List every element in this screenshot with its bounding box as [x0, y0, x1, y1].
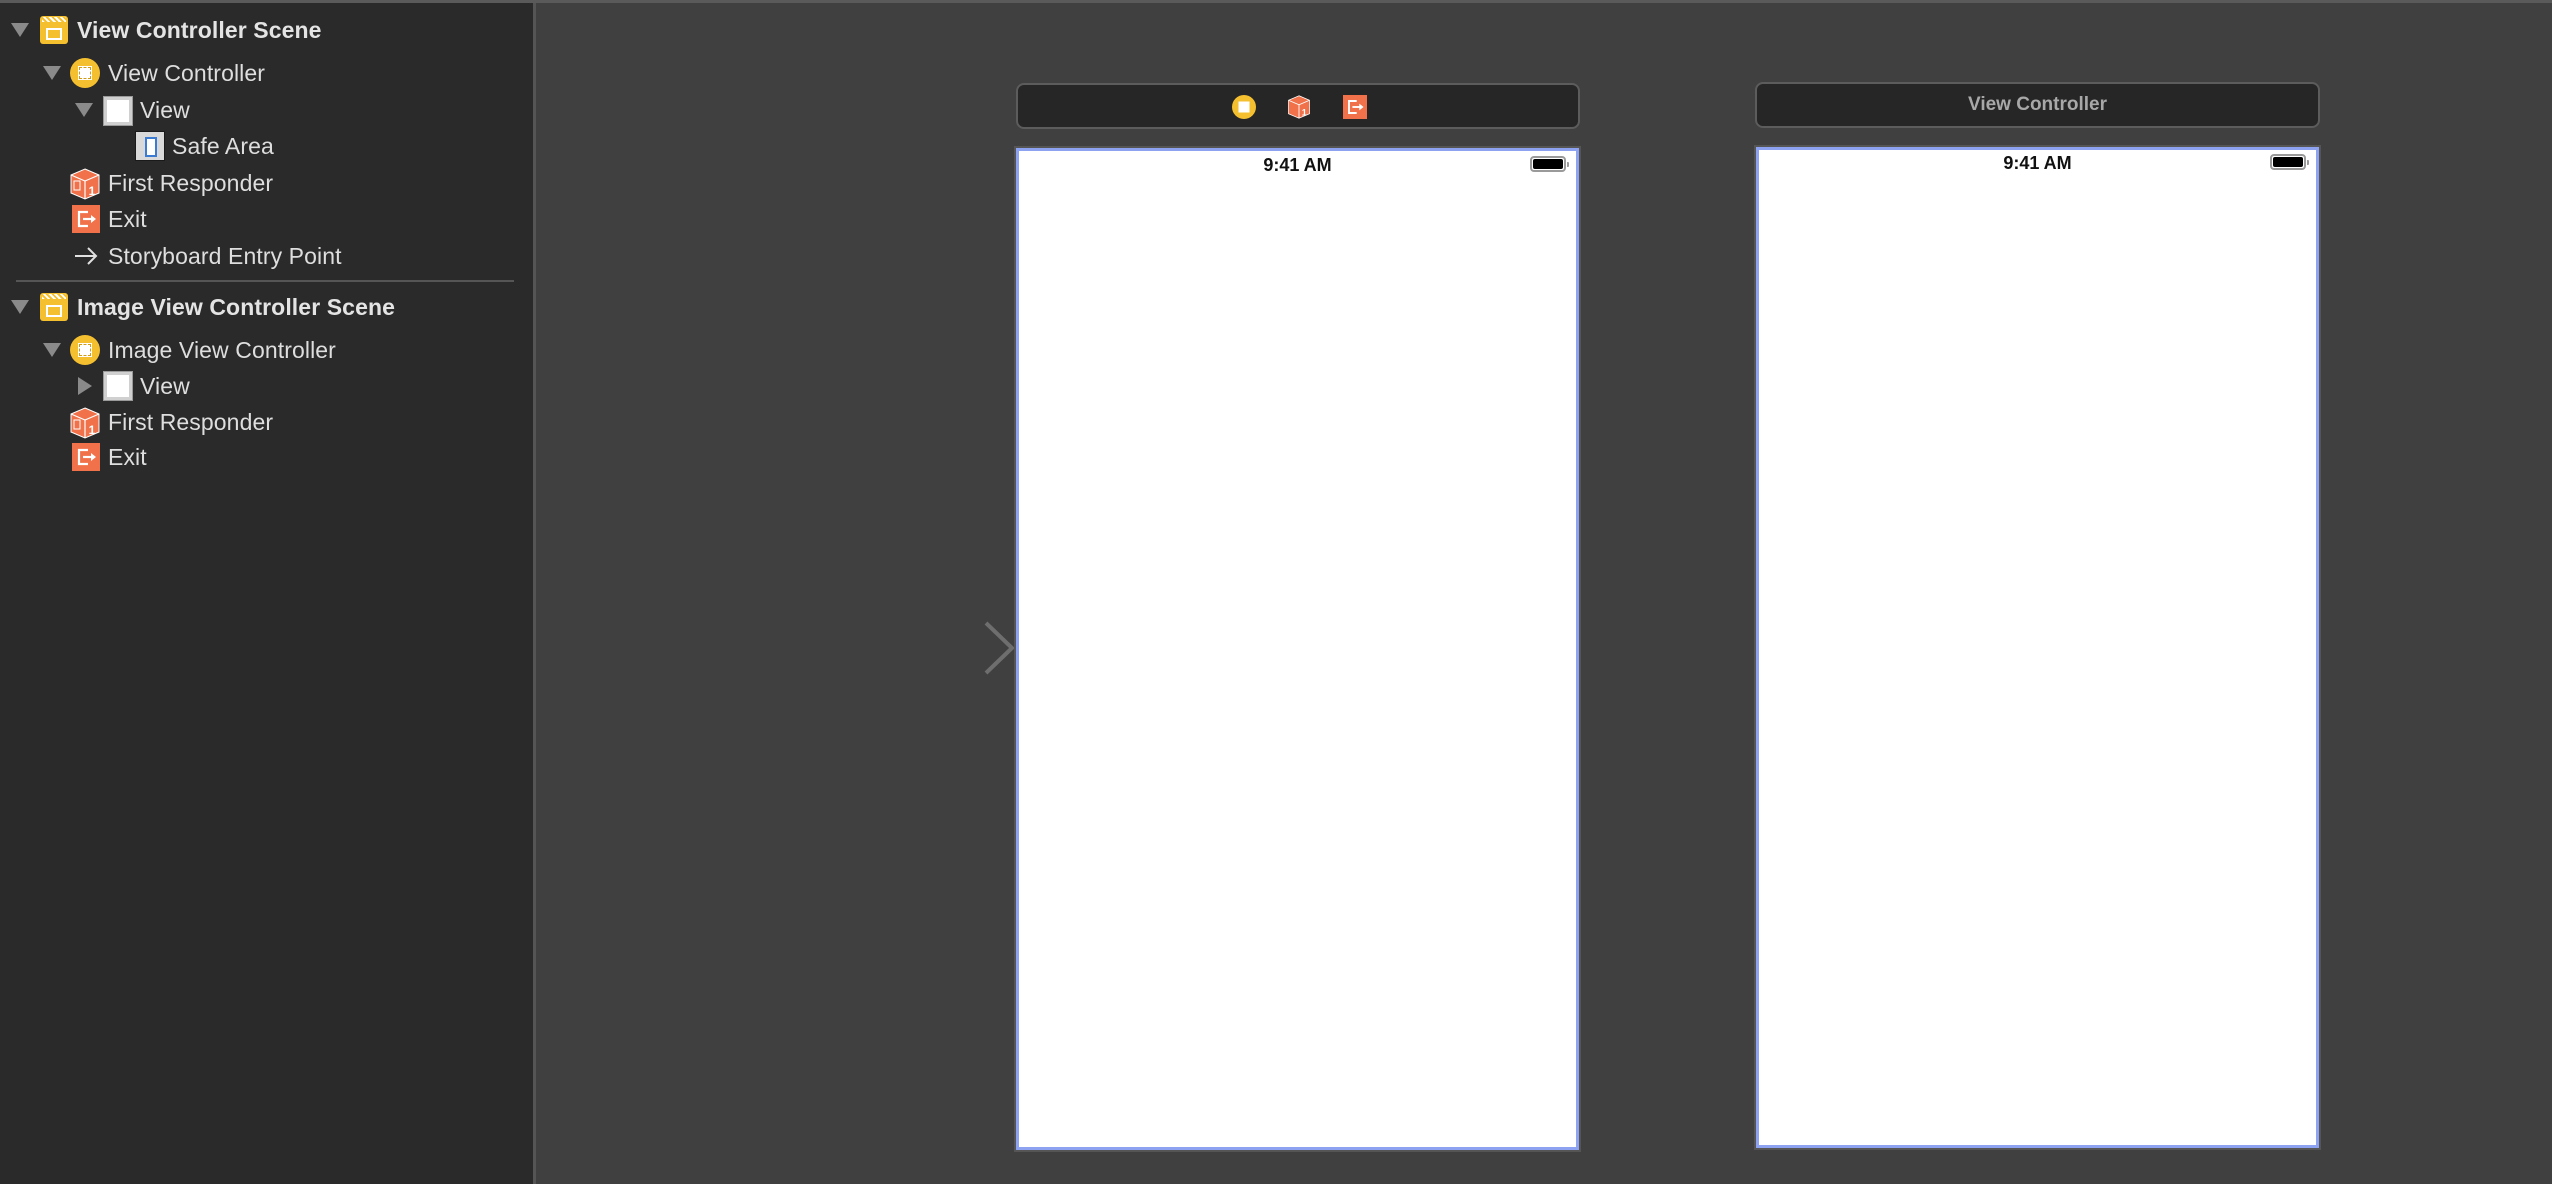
scene-dock-image-view-controller[interactable]: View Controller — [1755, 82, 2320, 128]
view-controller-icon — [70, 335, 100, 365]
outline-item-first-responder[interactable]: 1 First Responder — [0, 166, 520, 200]
outline-item-view-controller[interactable]: View Controller — [0, 56, 520, 90]
svg-text:1: 1 — [89, 184, 96, 198]
view-icon — [103, 371, 133, 401]
phone-canvas-view-controller[interactable]: 9:41 AM — [1014, 146, 1581, 1152]
entry-point-arrow-icon — [72, 242, 100, 270]
outline-item-image-view-controller[interactable]: Image View Controller — [0, 333, 520, 367]
outline-item-safe-area[interactable]: Safe Area — [0, 129, 520, 163]
svg-text:1: 1 — [89, 423, 96, 437]
outline-item-view[interactable]: View — [0, 93, 520, 127]
status-bar-time: 9:41 AM — [2003, 153, 2072, 173]
item-label: View — [140, 372, 190, 399]
safe-area-icon — [135, 131, 165, 161]
view-controller-icon — [70, 58, 100, 88]
disclosure-open-icon[interactable] — [43, 343, 61, 357]
exit-icon — [72, 205, 100, 233]
scene-separator — [16, 280, 514, 282]
outline-scene-view-controller[interactable]: View Controller Scene — [0, 13, 520, 47]
phone-canvas-image-view-controller[interactable]: 9:41 AM — [1754, 145, 2321, 1150]
first-responder-icon: 1 — [70, 168, 100, 200]
storyboard-entry-point-arrow[interactable] — [866, 620, 1016, 676]
disclosure-closed-icon[interactable] — [78, 377, 92, 395]
exit-icon[interactable] — [1343, 95, 1367, 119]
scene-dock-view-controller[interactable]: 1 — [1016, 83, 1580, 129]
scene-title: View Controller Scene — [77, 16, 322, 43]
first-responder-icon: 1 — [70, 407, 100, 439]
svg-text:1: 1 — [1302, 107, 1307, 117]
scene-title: Image View Controller Scene — [77, 293, 395, 320]
scene-icon — [40, 293, 68, 321]
item-label: Exit — [108, 205, 147, 232]
item-label: View Controller — [108, 59, 266, 86]
item-label: Image View Controller — [108, 336, 336, 363]
exit-icon — [72, 443, 100, 471]
disclosure-open-icon[interactable] — [75, 103, 93, 117]
outline-item-exit[interactable]: Exit — [0, 440, 520, 474]
view-icon — [103, 96, 133, 126]
item-label: View — [140, 96, 190, 123]
first-responder-icon[interactable]: 1 — [1287, 95, 1311, 119]
status-bar-time: 9:41 AM — [1263, 155, 1332, 175]
scene-dock-title: View Controller — [1967, 94, 2107, 115]
item-label: First Responder — [108, 408, 274, 435]
disclosure-open-icon[interactable] — [11, 300, 29, 314]
item-label: Exit — [108, 443, 147, 470]
battery-icon — [1530, 156, 1569, 172]
disclosure-open-icon[interactable] — [43, 66, 61, 80]
scene-icon — [40, 16, 68, 44]
outline-scene-image-view-controller[interactable]: Image View Controller Scene — [0, 290, 520, 324]
outline-item-first-responder[interactable]: 1 First Responder — [0, 405, 520, 439]
disclosure-open-icon[interactable] — [11, 23, 29, 37]
view-controller-icon[interactable] — [1232, 95, 1256, 119]
outline-item-view[interactable]: View — [0, 369, 520, 403]
sidebar-splitter[interactable] — [533, 3, 536, 1184]
outline-item-storyboard-entry-point[interactable]: Storyboard Entry Point — [0, 239, 520, 273]
item-label: Storyboard Entry Point — [108, 242, 342, 269]
battery-icon — [2270, 154, 2309, 170]
outline-item-exit[interactable]: Exit — [0, 202, 520, 236]
item-label: Safe Area — [172, 132, 274, 159]
item-label: First Responder — [108, 169, 274, 196]
